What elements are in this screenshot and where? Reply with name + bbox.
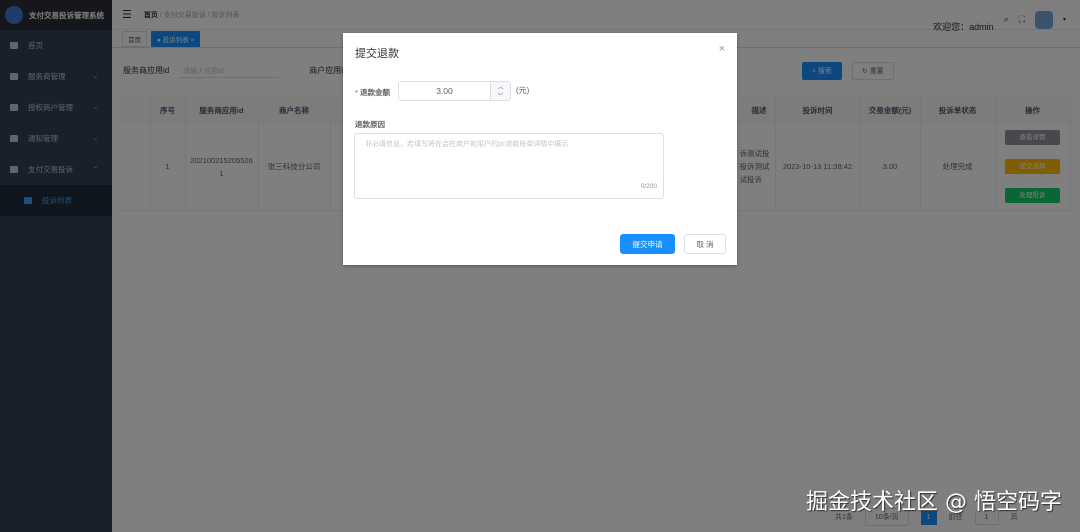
amount-label: * 退款金额: [355, 88, 391, 97]
watermark: 掘金技术社区 @ 悟空码字: [806, 490, 1062, 515]
refund-dialog: 提交退款 × * 退款金额 3.00 ︿ ﹀ (元) 退款原因 非必填信息，若填写将…: [343, 33, 737, 265]
increase-icon[interactable]: ︿: [497, 82, 503, 91]
refund-amount-input[interactable]: 3.00 ︿ ﹀: [398, 81, 511, 101]
placeholder: 非必填信息，若填写将在会在商户和用户的pc退款账单详情中展示: [365, 141, 569, 148]
char-counter: 0/200: [640, 183, 657, 190]
dialog-title: 提交退款: [355, 48, 399, 60]
cancel-button[interactable]: 取 消: [684, 234, 726, 254]
close-icon[interactable]: ×: [719, 43, 725, 55]
amount-unit: (元): [516, 86, 530, 95]
submit-button[interactable]: 提交申请: [620, 234, 675, 254]
decrease-icon[interactable]: ﹀: [497, 91, 503, 100]
refund-reason-textarea[interactable]: 非必填信息，若填写将在会在商户和用户的pc退款账单详情中展示 0/200: [354, 133, 664, 199]
amount-value[interactable]: 3.00: [399, 86, 490, 96]
reason-label: 退款原因: [355, 120, 385, 129]
label: 退款金额: [360, 88, 391, 97]
